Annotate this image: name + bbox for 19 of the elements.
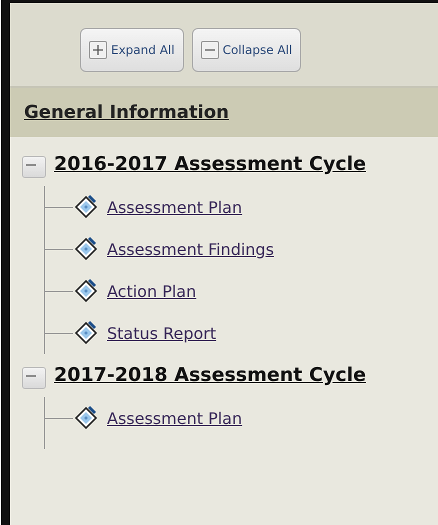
report-link[interactable]: Assessment Findings bbox=[107, 240, 274, 258]
document-icon bbox=[73, 194, 99, 220]
document-icon bbox=[73, 320, 99, 346]
collapse-all-button[interactable]: Collapse All bbox=[192, 28, 302, 72]
document-icon bbox=[73, 278, 99, 304]
plus-icon bbox=[89, 41, 107, 59]
minus-icon bbox=[200, 41, 219, 59]
collapse-toggle[interactable] bbox=[22, 367, 46, 389]
section-title[interactable]: General Information bbox=[24, 102, 229, 123]
document-icon bbox=[73, 236, 99, 262]
report-link[interactable]: Action Plan bbox=[107, 282, 196, 300]
report-link[interactable]: Assessment Plan bbox=[107, 408, 242, 428]
document-icon bbox=[73, 405, 99, 431]
expand-all-button[interactable]: Expand All bbox=[80, 28, 184, 72]
cycle-heading[interactable]: 2017-2018 Assessment Cycle bbox=[54, 362, 384, 388]
report-link[interactable]: Assessment Plan bbox=[107, 198, 242, 216]
cycle-heading[interactable]: 2016-2017 Assessment Cycle bbox=[54, 151, 384, 177]
report-link[interactable]: Status Report bbox=[107, 324, 216, 342]
collapse-toggle[interactable] bbox=[22, 156, 46, 178]
